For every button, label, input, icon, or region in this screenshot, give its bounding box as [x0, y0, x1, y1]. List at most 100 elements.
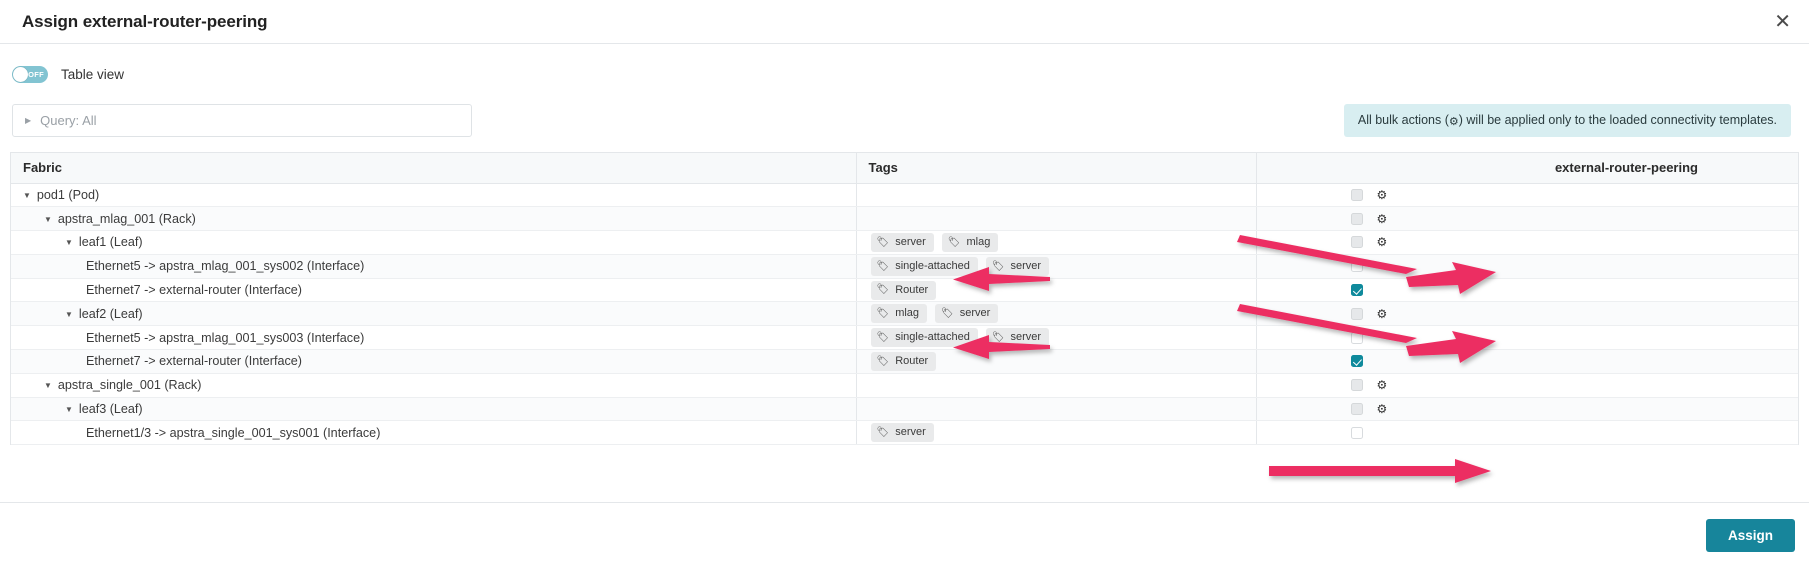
connectivity-template-table: Fabric Tags external-router-peering ▼ pod… [10, 152, 1799, 446]
node-label: apstra_mlag_001 (Rack) [57, 211, 196, 226]
fabric-cell: ▼ pod1 (Pod) [11, 183, 856, 208]
gear-icon[interactable]: ⚙ [1377, 379, 1388, 391]
table-view-label: Table view [61, 66, 125, 82]
tag-pill: 🏷 server [985, 256, 1050, 276]
chevron-down-icon[interactable]: ▼ [44, 381, 52, 390]
toggle-state-label: OFF [28, 69, 44, 79]
fabric-cell: ▼ leaf1 (Leaf) [11, 230, 856, 255]
chevron-down-icon[interactable]: ▼ [44, 215, 52, 224]
tag-pill: 🏷 server [870, 423, 934, 443]
ct-controls [1257, 350, 1798, 372]
connectivity-template-cell [1255, 349, 1798, 374]
tags-cell [855, 397, 1256, 422]
tag-icon: 🏷 [876, 260, 890, 272]
table-view-toggle[interactable]: OFF [12, 65, 48, 83]
gear-icon: ⚙ [1448, 115, 1459, 128]
table-row[interactable]: Ethernet7 -> external-router (Interface)… [11, 349, 1798, 374]
tags-cell [855, 183, 1256, 208]
chevron-down-icon[interactable]: ▼ [23, 191, 31, 200]
table-row[interactable]: ▼ apstra_single_001 (Rack) ⚙ [11, 373, 1798, 398]
node-label: leaf1 (Leaf) [78, 235, 143, 250]
assign-checkbox[interactable] [1350, 260, 1363, 273]
column-header-tags: Tags [855, 153, 1256, 184]
assign-checkbox [1350, 379, 1363, 392]
fabric-cell: Ethernet5 -> apstra_mlag_001_sys003 (Int… [11, 325, 856, 351]
tags-cell: 🏷 mlag 🏷 server [855, 301, 1256, 327]
tag-label: server [959, 307, 991, 320]
chevron-down-icon[interactable]: ▼ [65, 405, 73, 414]
chevron-right-icon[interactable]: ▶ [25, 116, 31, 125]
assign-checkbox [1350, 236, 1363, 249]
fabric-cell: Ethernet1/3 -> apstra_single_001_sys001 … [11, 420, 856, 446]
table-row[interactable]: ▼ apstra_mlag_001 (Rack) ⚙ [11, 206, 1798, 232]
node-label: pod1 (Pod) [36, 187, 100, 202]
tag-label: mlag [895, 307, 920, 320]
assign-checkbox [1350, 188, 1363, 201]
node-label: Ethernet5 -> apstra_mlag_001_sys003 (Int… [86, 330, 365, 345]
table-row[interactable]: Ethernet5 -> apstra_mlag_001_sys003 (Int… [11, 325, 1798, 351]
tags-cell: 🏷 Router [855, 278, 1256, 303]
assign-connectivity-template-modal: Assign external-router-peering ✕ OFF Tab… [0, 0, 1809, 568]
ct-controls: ⚙ [1257, 207, 1798, 229]
gear-icon[interactable]: ⚙ [1377, 403, 1388, 415]
connectivity-template-cell: ⚙ [1255, 206, 1798, 232]
tag-label: server [1010, 331, 1042, 344]
close-icon[interactable]: ✕ [1774, 12, 1791, 32]
table-row[interactable]: ▼ leaf1 (Leaf) 🏷 server 🏷 mlag ⚙ [11, 230, 1798, 255]
node-label: Ethernet7 -> external-router (Interface) [86, 354, 302, 369]
table-row[interactable]: ▼ leaf3 (Leaf) ⚙ [11, 397, 1798, 422]
fabric-cell: ▼ apstra_mlag_001 (Rack) [11, 206, 856, 232]
tag-label: server [895, 426, 926, 439]
tag-label: Router [895, 355, 929, 368]
tag-pill: 🏷 mlag [941, 233, 999, 252]
gear-icon[interactable]: ⚙ [1377, 213, 1388, 225]
table-row[interactable]: Ethernet7 -> external-router (Interface)… [11, 278, 1798, 303]
table-row[interactable]: Ethernet1/3 -> apstra_single_001_sys001 … [11, 420, 1798, 446]
assign-checkbox[interactable] [1350, 355, 1363, 368]
fabric-cell: Ethernet7 -> external-router (Interface) [11, 278, 856, 303]
tags-cell: 🏷 single-attached 🏷 server [855, 254, 1256, 279]
tag-icon: 🏷 [876, 284, 890, 296]
modal-header: Assign external-router-peering ✕ [0, 0, 1809, 44]
column-header-ct: external-router-peering [1255, 153, 1798, 184]
query-input[interactable]: ▶ Query: All [12, 103, 472, 137]
tag-icon: 🏷 [876, 308, 890, 320]
toggle-knob [13, 66, 28, 82]
assign-checkbox[interactable] [1350, 331, 1363, 344]
gear-icon[interactable]: ⚙ [1377, 189, 1388, 201]
ct-controls [1257, 421, 1798, 443]
table-row[interactable]: Ethernet5 -> apstra_mlag_001_sys002 (Int… [11, 254, 1798, 279]
connectivity-template-cell: ⚙ [1255, 397, 1798, 422]
assign-checkbox [1350, 212, 1363, 225]
node-label: Ethernet7 -> external-router (Interface) [86, 283, 302, 298]
ct-controls: ⚙ [1257, 302, 1798, 324]
notice-suffix: ) will be applied only to the loaded con… [1458, 112, 1777, 127]
fabric-cell: Ethernet7 -> external-router (Interface) [11, 349, 856, 374]
connectivity-template-cell [1255, 278, 1798, 303]
assign-checkbox [1350, 307, 1363, 320]
node-label: leaf3 (Leaf) [78, 402, 143, 417]
gear-icon[interactable]: ⚙ [1377, 308, 1388, 320]
tag-label: server [895, 236, 926, 249]
chevron-down-icon[interactable]: ▼ [65, 310, 73, 319]
tag-icon: 🏷 [991, 331, 1005, 343]
fabric-cell: ▼ apstra_single_001 (Rack) [11, 373, 856, 398]
tag-label: mlag [966, 236, 991, 249]
chevron-down-icon[interactable]: ▼ [65, 238, 73, 247]
assign-checkbox[interactable] [1350, 426, 1363, 439]
tag-pill: 🏷 Router [870, 352, 937, 371]
table-row[interactable]: ▼ pod1 (Pod) ⚙ [11, 183, 1798, 208]
table-view-toggle-row: OFF Table view [0, 44, 1809, 90]
table-header-row: Fabric Tags external-router-peering [11, 153, 1798, 184]
tag-pill: 🏷 server [870, 233, 934, 252]
assign-checkbox[interactable] [1350, 284, 1363, 297]
table-row[interactable]: ▼ leaf2 (Leaf) 🏷 mlag 🏷 server ⚙ [11, 301, 1798, 327]
ct-controls [1257, 326, 1798, 348]
tag-pill: 🏷 single-attached [870, 256, 978, 276]
gear-icon[interactable]: ⚙ [1377, 236, 1388, 248]
node-label: apstra_single_001 (Rack) [57, 378, 202, 393]
modal-footer: Assign [0, 502, 1809, 568]
assign-button[interactable]: Assign [1705, 519, 1795, 552]
tags-cell [855, 373, 1256, 398]
tags-cell: 🏷 server [855, 420, 1256, 446]
